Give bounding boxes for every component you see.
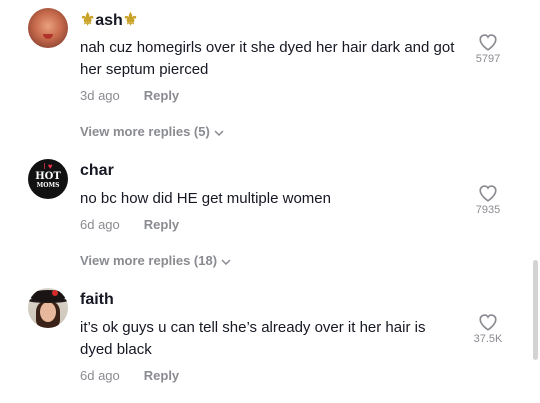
avatar[interactable]: I ♥ HOT MOMS — [28, 159, 68, 199]
avatar-photo — [43, 34, 53, 39]
avatar[interactable] — [28, 288, 68, 328]
avatar-photo-hat — [30, 290, 66, 301]
avatar-photo-face — [40, 302, 56, 322]
comment-timestamp: 3d ago — [80, 88, 120, 103]
comment-meta: 6d ago Reply — [80, 368, 179, 384]
comment-meta: 3d ago Reply — [80, 88, 179, 104]
fleur-de-lis-icon: ⚜ — [122, 10, 139, 29]
fleur-de-lis-icon: ⚜ — [80, 10, 96, 29]
avatar-text-bottom: MOMS — [36, 182, 60, 189]
scrollbar-thumb[interactable] — [533, 260, 538, 360]
chevron-down-icon — [214, 130, 224, 136]
reply-button[interactable]: Reply — [144, 88, 179, 103]
like-count: 37.5K — [473, 333, 503, 345]
comment-timestamp: 6d ago — [80, 217, 120, 232]
comment-text: no bc how did HE get multiple women — [80, 190, 331, 207]
comment-username[interactable]: faith — [80, 290, 114, 310]
comment-username[interactable]: ⚜ash⚜ — [80, 10, 138, 31]
like-button[interactable]: 37.5K — [468, 313, 508, 346]
comment-meta: 6d ago Reply — [80, 217, 179, 233]
comment-text: nah cuz homegirls over it she dyed her h… — [80, 39, 455, 78]
username-text: ash — [95, 12, 123, 29]
view-more-replies-label: View more replies (18) — [80, 253, 218, 268]
heart-outline-icon — [479, 314, 497, 331]
like-count: 7935 — [475, 204, 501, 216]
avatar[interactable] — [28, 8, 68, 48]
chevron-down-icon — [221, 259, 231, 265]
comment-username[interactable]: char — [80, 161, 114, 181]
like-button[interactable]: 7935 — [468, 184, 508, 217]
view-more-replies-button[interactable]: View more replies (18) — [80, 253, 231, 269]
heart-outline-icon — [479, 185, 497, 202]
view-more-replies-label: View more replies (5) — [80, 124, 210, 139]
comment-text: it’s ok guys u can tell she’s already ov… — [80, 319, 426, 358]
avatar-text-mid: HOT — [35, 171, 61, 182]
like-button[interactable]: 5797 — [468, 33, 508, 66]
avatar-photo-flower — [52, 290, 58, 296]
avatar-text-top: I ♥ — [43, 162, 53, 171]
view-more-replies-button[interactable]: View more replies (5) — [80, 124, 224, 140]
reply-button[interactable]: Reply — [144, 217, 179, 232]
comment-timestamp: 6d ago — [80, 368, 120, 383]
reply-button[interactable]: Reply — [144, 368, 179, 383]
heart-outline-icon — [479, 34, 497, 51]
like-count: 5797 — [475, 53, 501, 65]
